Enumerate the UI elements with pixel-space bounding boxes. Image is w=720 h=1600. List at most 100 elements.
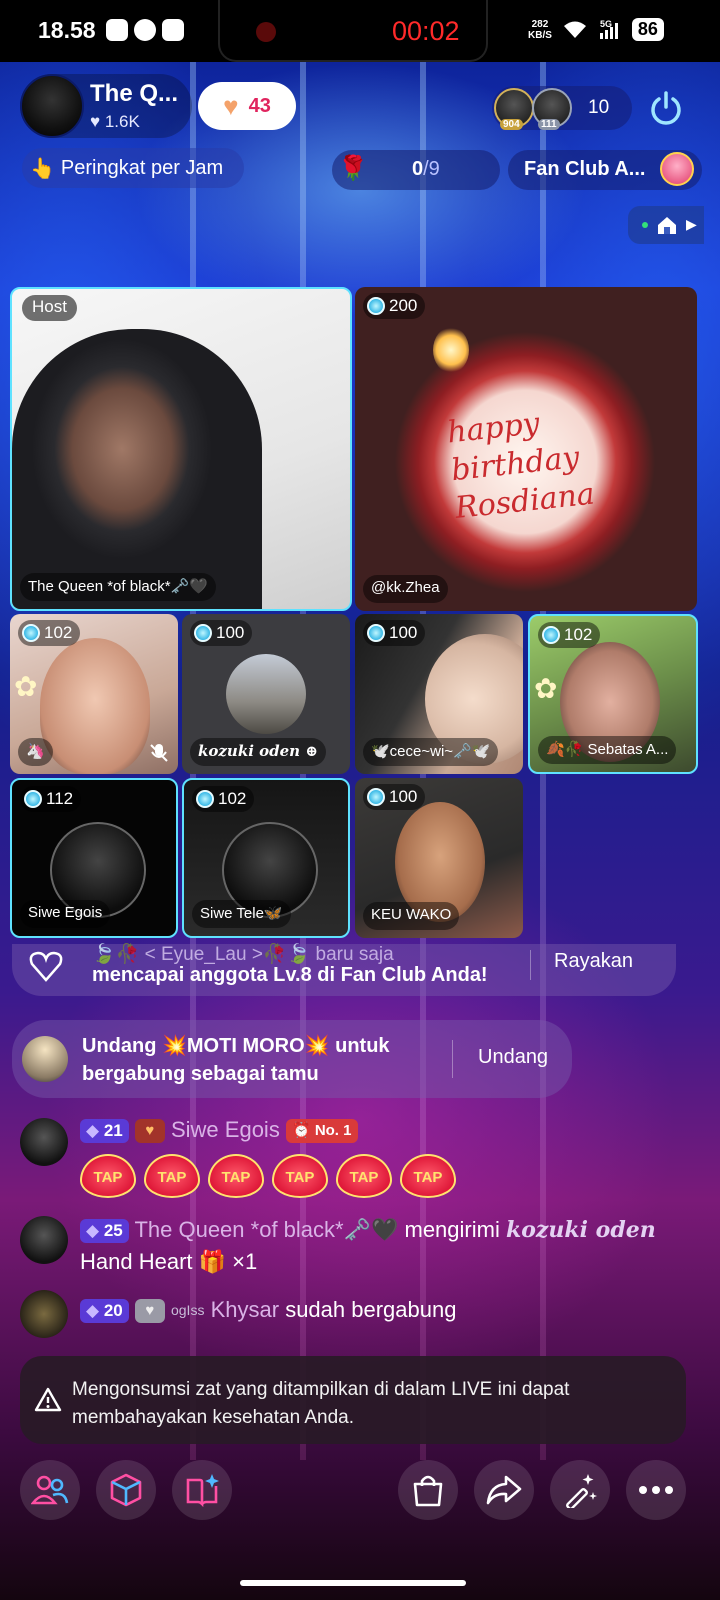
guest-video-tile[interactable]: 102 Siwe Tele🦋 xyxy=(182,778,350,938)
gem-icon xyxy=(194,624,212,642)
system-icons: 282 KB/S 5G 86 xyxy=(528,18,664,41)
guest-video-tile[interactable]: 100 KEU WAKO xyxy=(355,778,523,938)
screen-record-pill[interactable]: 00:02 xyxy=(218,0,488,62)
diamond-icon: ◆ xyxy=(86,1221,100,1241)
tile-name: 🕊️cece~wi~🗝️🕊️ xyxy=(363,738,499,766)
guest-video-tile[interactable]: ✿ 102 🍂🥀 Sebatas A... xyxy=(528,614,698,774)
people-icon xyxy=(31,1475,69,1505)
tile-name: 🍂🥀 Sebatas A... xyxy=(538,736,677,764)
tap-heart-icon: TAP xyxy=(336,1154,392,1198)
warning-text: Mengonsumsi zat yang ditampilkan di dala… xyxy=(72,1379,570,1428)
host-profile-card[interactable]: The Q... ♥ 1.6K xyxy=(20,74,192,138)
invite-notice: Undang 💥MOTI MORO💥 untuk bergabung sebag… xyxy=(12,1020,572,1098)
tap-heart-icon: TAP xyxy=(80,1154,136,1198)
chat-avatar[interactable] xyxy=(20,1290,68,1338)
likes-count: 43 xyxy=(248,94,271,117)
guest-video-tile[interactable]: 112 Siwe Egois xyxy=(10,778,178,938)
room-menu-button[interactable]: ▶ xyxy=(628,206,704,244)
hourly-ranking-button[interactable]: 👆 Peringkat per Jam xyxy=(22,148,244,188)
gem-icon xyxy=(367,788,385,806)
host-likes-count: 1.6K xyxy=(104,112,140,131)
invite-button[interactable]: Undang xyxy=(478,1046,548,1069)
tile-name: Siwe Egois xyxy=(20,900,111,928)
gift-action: mengirimi xyxy=(404,1217,500,1242)
gift-target[interactable]: kozuki oden xyxy=(506,1217,656,1243)
gem-icon xyxy=(196,790,214,808)
top-viewer-avatar[interactable]: 111 xyxy=(532,88,572,130)
diamond-icon: ◆ xyxy=(86,1121,100,1141)
user-tag: ogIss xyxy=(170,1302,205,1318)
level-badge: ◆ 20 xyxy=(80,1299,129,1324)
fan-club-label: Fan Club A... xyxy=(524,158,646,180)
status-bar: 18.58 00:02 282 KB/S 5G 86 xyxy=(0,0,720,62)
host-avatar[interactable] xyxy=(20,74,84,138)
tap-reactions: TAP TAP TAP TAP TAP TAP xyxy=(80,1154,464,1198)
fan-club-button[interactable]: Fan Club A... xyxy=(508,150,702,190)
gem-count: 100 xyxy=(389,787,418,806)
activity-button[interactable] xyxy=(172,1460,232,1520)
chat-username[interactable]: Khysar xyxy=(211,1297,279,1322)
play-arrow-icon: ▶ xyxy=(686,216,697,232)
rose-goal-value: /9 xyxy=(423,158,440,180)
more-button[interactable] xyxy=(626,1460,686,1520)
rank-badge: ⏰ No. 1 xyxy=(285,1119,358,1144)
gift-message: ◆ 25 The Queen *of black*🗝️🖤 mengirimi k… xyxy=(80,1214,700,1278)
gem-count: 200 xyxy=(389,296,418,315)
viewer-list[interactable]: 904 111 10 xyxy=(492,86,632,130)
hand-icon: 👆 xyxy=(30,157,55,180)
magic-wand-icon xyxy=(566,1474,597,1508)
chat-username[interactable]: Siwe Egois xyxy=(171,1117,280,1142)
tile-name: kozuki oden ⊕ xyxy=(190,738,326,766)
divider xyxy=(452,1040,453,1078)
top-viewer-avatar[interactable]: 904 xyxy=(494,88,534,130)
host-video xyxy=(12,329,262,609)
end-live-power-icon[interactable] xyxy=(648,90,684,126)
gem-badge: 102 xyxy=(18,620,81,646)
host-video-tile[interactable]: Host The Queen *of black*🗝️🖤 xyxy=(10,287,352,611)
tap-heart-icon: TAP xyxy=(272,1154,328,1198)
fan-club-notice: 🍃🥀 < Eyue_Lau >🥀🍃 baru saja mencapai ang… xyxy=(12,944,676,996)
effects-button[interactable] xyxy=(96,1460,156,1520)
fan-badge-icon: ♥ xyxy=(134,1119,165,1144)
shopping-bag-icon xyxy=(413,1475,443,1507)
join-action: sudah bergabung xyxy=(285,1297,457,1322)
add-icon[interactable]: ⊕ xyxy=(305,742,318,760)
gem-icon xyxy=(542,626,560,644)
signal-icon: 5G xyxy=(598,19,622,41)
rose-goal-button[interactable]: 🌹 0/9 xyxy=(332,150,500,190)
chat-avatar[interactable] xyxy=(20,1118,68,1166)
share-button[interactable] xyxy=(474,1460,534,1520)
viewer-badge: 904 xyxy=(500,119,523,130)
host-name: The Q... xyxy=(90,80,179,107)
guests-button[interactable] xyxy=(20,1460,80,1520)
record-timer: 00:02 xyxy=(392,16,460,46)
gem-icon xyxy=(22,624,40,642)
shop-button[interactable] xyxy=(398,1460,458,1520)
chat-avatar[interactable] xyxy=(20,1216,68,1264)
gem-count: 102 xyxy=(44,623,73,642)
tile-name: KEU WAKO xyxy=(363,902,460,930)
home-indicator[interactable] xyxy=(240,1580,466,1586)
guest-video-tile[interactable]: 100 🕊️cece~wi~🗝️🕊️ xyxy=(355,614,523,774)
join-message: ◆ 20 ♥ ogIss Khysar sudah bergabung xyxy=(80,1294,456,1326)
magic-wand-button[interactable] xyxy=(550,1460,610,1520)
tile-name: The Queen *of black*🗝️🖤 xyxy=(20,573,216,601)
viewer-count: 10 xyxy=(588,97,610,118)
chat-username[interactable]: The Queen *of black*🗝️🖤 xyxy=(134,1217,398,1242)
fan-badge-icon: ♥ xyxy=(134,1299,165,1324)
mic-muted-icon xyxy=(148,742,170,764)
book-sparkle-icon xyxy=(186,1474,219,1508)
celebrate-button[interactable]: Rayakan xyxy=(554,950,633,973)
tile-name: @kk.Zhea xyxy=(363,575,448,603)
flower-icon: ✿ xyxy=(14,671,38,702)
level-badge: ◆ 25 xyxy=(80,1219,129,1244)
divider xyxy=(530,950,531,980)
like-button[interactable]: ♥ 43 xyxy=(198,82,296,130)
gem-icon xyxy=(367,624,385,642)
cake-writing: happy birthday Rosdiana xyxy=(445,400,597,528)
guest-video-tile[interactable]: 100 kozuki oden ⊕ xyxy=(182,614,350,774)
record-dot-icon xyxy=(256,22,276,42)
guest-video-tile[interactable]: happy birthday Rosdiana 200 @kk.Zhea xyxy=(355,287,697,611)
guest-video-tile[interactable]: ✿ 102 🦄 xyxy=(10,614,178,774)
gift-item: Hand Heart 🎁 ×1 xyxy=(80,1249,258,1274)
